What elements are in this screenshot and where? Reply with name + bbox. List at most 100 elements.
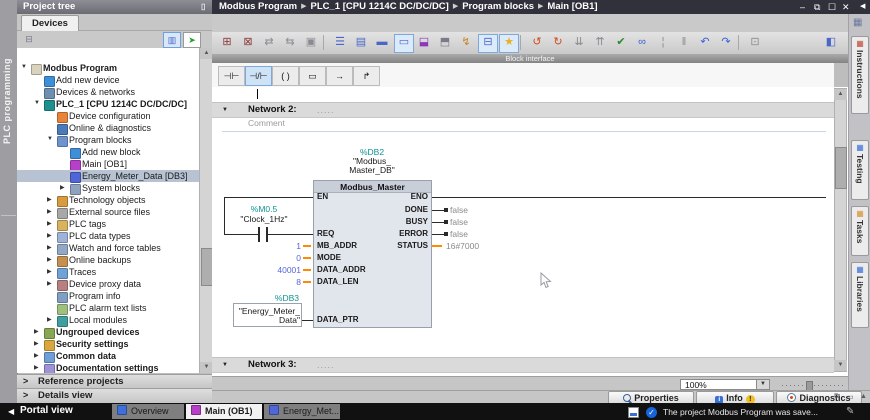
expand-arrow-icon[interactable]: ▶	[47, 244, 52, 251]
collapse-networks-icon[interactable]: ▤	[352, 34, 370, 51]
tree-item-devices-networks[interactable]: Devices & networks	[17, 86, 199, 99]
input-value-mb-addr[interactable]: 1	[241, 241, 301, 251]
expand-all-icon[interactable]: ➤	[183, 32, 201, 48]
tree-item-plc-1-cpu-1214c-dc-dc-dc[interactable]: ▼ PLC_1 [CPU 1214C DC/DC/DC]	[17, 98, 199, 111]
breadcrumb-item[interactable]: Program blocks	[462, 0, 534, 14]
tree-item-energy-meter-data-db3[interactable]: Energy_Meter_Data [DB3]	[17, 170, 199, 183]
tab-instructions[interactable]: ▦ Instructions	[851, 36, 869, 114]
maximize-button[interactable]: ☐	[828, 0, 836, 14]
open-branch-icon[interactable]: →	[326, 66, 353, 86]
tree-item-system-blocks[interactable]: ▶ System blocks	[17, 182, 199, 195]
expand-arrow-icon[interactable]: ▶	[34, 340, 39, 347]
details-toggle-icon[interactable]: ▥	[163, 32, 181, 48]
keep-layout-icon[interactable]: ▣	[302, 34, 320, 51]
editor-scrollbar[interactable]: ▲ ▼	[834, 88, 847, 372]
absolute-operands-icon[interactable]: ⇄	[260, 34, 278, 51]
download-icon[interactable]: ⇊	[570, 34, 588, 51]
expand-arrow-icon[interactable]: ▶	[47, 220, 52, 227]
expand-arrow-icon[interactable]: ▶	[47, 256, 52, 263]
tree-item-ungrouped-devices[interactable]: ▶ Ungrouped devices	[17, 326, 199, 339]
tab-devices[interactable]: Devices	[21, 15, 79, 31]
tree-item-plc-data-types[interactable]: ▶ PLC data types	[17, 230, 199, 243]
empty-box-icon[interactable]: ▭	[299, 66, 326, 86]
tree-item-program-blocks[interactable]: ▼ Program blocks	[17, 134, 199, 147]
expand-arrow-icon[interactable]: ▶	[60, 184, 65, 191]
tree-item-online-diagnostics[interactable]: Online & diagnostics	[17, 122, 199, 135]
tree-item-modbus-program[interactable]: ▼ Modbus Program	[17, 62, 199, 75]
tree-item-device-configuration[interactable]: Device configuration	[17, 110, 199, 123]
go-online-icon[interactable]: ↺	[528, 34, 546, 51]
no-contact-icon[interactable]: ⊣⊢	[218, 66, 245, 86]
tab-libraries[interactable]: ▦ Libraries	[851, 262, 869, 328]
block-interface-splitter[interactable]: Block interface	[212, 54, 848, 63]
nc-contact-icon[interactable]: ⊣/⊢	[245, 66, 272, 86]
tree-item-add-new-device[interactable]: Add new device	[17, 74, 199, 87]
taskbar-tab-overview[interactable]: Overview	[112, 404, 184, 419]
output-value-busy[interactable]: false	[450, 217, 468, 227]
expand-arrow-icon[interactable]: ▶	[47, 196, 52, 203]
favorites-toggle-icon[interactable]: ★	[499, 34, 519, 53]
expand-arrow-icon[interactable]: ▶	[34, 364, 39, 371]
tree-item-local-modules[interactable]: ▶ Local modules	[17, 314, 199, 327]
insert-box-icon[interactable]: ⬒	[436, 34, 454, 51]
insert-branch-icon[interactable]: ↯	[457, 34, 475, 51]
collapse-arrow-icon[interactable]: ▼	[222, 107, 228, 113]
details-view-bar[interactable]: > Details view	[17, 388, 212, 404]
collapse-arrow-icon[interactable]: ▼	[47, 136, 53, 142]
taskbar-tab-energy-met[interactable]: Energy_Met...	[264, 404, 340, 419]
breadcrumb-item[interactable]: Modbus Program	[219, 0, 297, 14]
tree-item-device-proxy-data[interactable]: ▶ Device proxy data	[17, 278, 199, 291]
contact-name[interactable]: "Clock_1Hz"	[228, 214, 300, 224]
data-ptr-address[interactable]: %DB3	[235, 293, 299, 303]
expand-arrow-icon[interactable]: ▶	[47, 280, 52, 287]
monitoring-icon[interactable]: ∞	[633, 34, 651, 51]
inspector-minimize-icon[interactable]: ▭	[847, 393, 854, 401]
tree-filter-icon[interactable]: ⊟	[21, 32, 37, 46]
tab-tasks[interactable]: ▦ Tasks	[851, 206, 869, 256]
toggle-comments-icon[interactable]: ▭	[394, 34, 414, 53]
close-button[interactable]: ✕	[842, 0, 850, 14]
portal-view-button[interactable]: Portal view	[20, 405, 73, 416]
compile-icon[interactable]: ✔	[612, 34, 630, 51]
upload-icon[interactable]: ⇈	[591, 34, 609, 51]
tree-item-technology-objects[interactable]: ▶ Technology objects	[17, 194, 199, 207]
delete-network-icon[interactable]: ⊠	[239, 34, 257, 51]
expand-arrow-icon[interactable]: ▶	[47, 232, 52, 239]
network-sequence-icon[interactable]: ▬	[373, 34, 391, 51]
taskbar-tab-main-ob1[interactable]: Main (OB1)	[186, 404, 262, 419]
tree-item-watch-and-force-tables[interactable]: ▶ Watch and force tables	[17, 242, 199, 255]
network-2-title-placeholder[interactable]: .....	[317, 103, 335, 117]
tab-testing[interactable]: ▦ Testing	[851, 140, 869, 200]
split-editor-icon[interactable]: ▦	[853, 17, 862, 28]
output-value-error[interactable]: false	[450, 229, 468, 239]
reference-projects-bar[interactable]: > Reference projects	[17, 374, 212, 389]
call-path-icon[interactable]: ↷	[717, 34, 735, 51]
tree-item-online-backups[interactable]: ▶ Online backups	[17, 254, 199, 267]
call-env-icon[interactable]: ↶	[696, 34, 714, 51]
data-ptr-operand-box[interactable]: "Energy_Meter_ Data"	[233, 303, 302, 327]
tree-item-program-info[interactable]: Program info	[17, 290, 199, 303]
contact-address[interactable]: %M0.5	[236, 204, 292, 214]
scroll-up-icon[interactable]: ▲	[834, 89, 847, 100]
expand-arrow-icon[interactable]: ▶	[34, 328, 39, 335]
tab-properties[interactable]: Properties	[608, 391, 694, 403]
input-value-data-len[interactable]: 8	[241, 277, 301, 287]
zoom-slider-track[interactable]	[782, 385, 844, 386]
tree-item-documentation-settings[interactable]: ▶ Documentation settings	[17, 362, 199, 373]
inspector-float-icon[interactable]: ⧉	[834, 393, 839, 401]
tree-item-add-new-block[interactable]: Add new block	[17, 146, 199, 159]
panel-pin-icon[interactable]: ▯	[201, 2, 205, 12]
hide-io-icon[interactable]: ‖	[675, 34, 693, 51]
expand-arrow-icon[interactable]: ▶	[47, 316, 52, 323]
tree-item-security-settings[interactable]: ▶ Security settings	[17, 338, 199, 351]
project-tree-scrollbar[interactable]: ▲ ▼	[199, 48, 213, 373]
output-value-done[interactable]: false	[450, 205, 468, 215]
show-io-icon[interactable]: ¦	[654, 34, 672, 51]
tree-item-traces[interactable]: ▶ Traces	[17, 266, 199, 279]
expand-arrow-icon[interactable]: ▶	[47, 268, 52, 275]
expand-arrow-icon[interactable]: ▶	[34, 352, 39, 359]
expand-arrow-icon[interactable]: ▶	[47, 208, 52, 215]
editor-settings-icon[interactable]: ◧	[822, 34, 840, 51]
tree-item-common-data[interactable]: ▶ Common data	[17, 350, 199, 363]
scroll-down-icon[interactable]: ▼	[834, 360, 847, 371]
